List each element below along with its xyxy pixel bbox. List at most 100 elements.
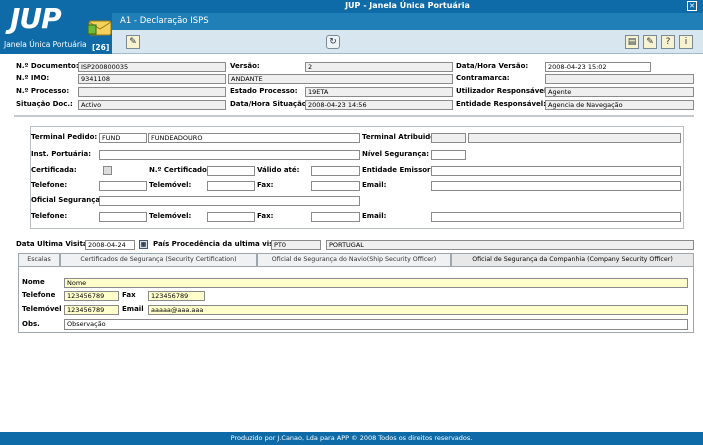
tab-oficial-companhia[interactable]: Oficial de Segurança da Companhia (Compa… <box>451 253 694 267</box>
divider <box>14 115 694 117</box>
telemovel1-label: Telemóvel: <box>149 181 192 189</box>
tab-certificados[interactable]: Certificados de Segurança (Security Cert… <box>60 253 257 267</box>
tab-oficial-navio[interactable]: Oficial de Segurança do Navio(Ship Secur… <box>257 253 451 267</box>
n-documento-label: N.º Documento: <box>16 62 79 70</box>
cso-obs-label: Obs. <box>22 320 40 328</box>
entidade-responsavel-field[interactable]: Agencia de Navegação <box>545 100 694 110</box>
fax1-field[interactable] <box>311 181 360 191</box>
window-titlebar: JUP - Janela Única Portuária ✕ <box>112 0 703 13</box>
entidade-responsavel-label: Entidade Responsável: <box>456 100 546 108</box>
tab-strip: Escalas Certificados de Segurança (Secur… <box>18 253 694 267</box>
cso-obs-field[interactable]: Observação <box>64 319 688 330</box>
n-processo-label: N.º Processo: <box>16 87 70 95</box>
app-title: JUP - Janela Única Portuária <box>345 1 470 10</box>
message-count-badge[interactable]: [26] <box>92 43 109 52</box>
n-imo-field[interactable]: 9341108 <box>78 74 226 84</box>
versao-label: Versão: <box>230 62 260 70</box>
navio-field[interactable]: ANDANTE <box>228 74 453 84</box>
cso-telefone-label: Telefone <box>22 291 56 299</box>
logo-text: JUP <box>10 2 62 35</box>
data-hora-versao-field[interactable]: 2008-04-23 15:02 <box>545 62 651 72</box>
telemovel1-field[interactable] <box>207 181 255 191</box>
refresh-icon[interactable]: ↻ <box>326 35 340 49</box>
close-icon[interactable]: ✕ <box>687 1 697 11</box>
terminal-atribuido-label: Terminal Atribuido: <box>362 133 438 141</box>
n-processo-field[interactable] <box>78 87 226 97</box>
entidade-emissora-field[interactable] <box>431 166 681 176</box>
footer: Produzido por J.Canao, Lda para APP © 20… <box>0 432 703 445</box>
telefone2-label: Telefone: <box>31 212 68 220</box>
cso-nome-field[interactable]: Nome <box>64 278 688 288</box>
email2-label: Email: <box>362 212 387 220</box>
terminal-atribuido-code[interactable] <box>431 133 466 143</box>
pais-procedencia-name[interactable]: PORTUGAL <box>326 240 694 250</box>
toolbar: ✎ ↻ ▤ ✎ ? i <box>112 30 703 54</box>
fax2-label: Fax: <box>257 212 274 220</box>
data-hora-situacao-label: Data/Hora Situação: <box>230 100 310 108</box>
document-title: A1 - Declaração ISPS <box>120 16 209 26</box>
telemovel2-field[interactable] <box>207 212 255 222</box>
data-ultima-visita-field[interactable]: 2008-04-24 <box>85 240 135 250</box>
cso-telemovel-field[interactable]: 123456789 <box>64 305 119 315</box>
terminal-atribuido-name[interactable] <box>468 133 681 143</box>
help-icon[interactable]: ? <box>661 35 675 49</box>
cso-fax-field[interactable]: 123456789 <box>148 291 205 301</box>
oficial-seguranca-field[interactable] <box>99 196 360 206</box>
fax2-field[interactable] <box>311 212 360 222</box>
pais-procedencia-label: País Procedência da ultima visita: <box>153 240 287 248</box>
edit-icon[interactable]: ✎ <box>643 35 657 49</box>
calendar-icon[interactable]: ▦ <box>139 240 148 249</box>
fax1-label: Fax: <box>257 181 274 189</box>
inst-portuaria-field[interactable] <box>99 150 360 160</box>
cso-nome-label: Nome <box>22 278 45 286</box>
inst-portuaria-label: Inst. Portuária: <box>31 150 92 158</box>
oficial-seguranca-label: Oficial Segurança: <box>31 196 103 204</box>
valido-ate-label: Válido até: <box>257 166 300 174</box>
nivel-seguranca-label: Nível Segurança: <box>362 150 430 158</box>
pais-procedencia-code[interactable]: PT0 <box>271 240 321 250</box>
contramarca-field[interactable] <box>545 74 694 84</box>
contramarca-label: Contramarca: <box>456 74 510 82</box>
cso-email-label: Email <box>122 305 144 313</box>
certificada-checkbox[interactable] <box>103 166 112 175</box>
telemovel2-label: Telemóvel: <box>149 212 192 220</box>
terminal-pedido-label: Terminal Pedido: <box>31 133 98 141</box>
terminal-pedido-name[interactable]: FUNDEADOURO <box>148 133 360 143</box>
cso-email-field[interactable]: aaaaa@aaa.aaa <box>148 305 688 315</box>
edit-note-icon[interactable]: ✎ <box>126 35 140 49</box>
utilizador-responsavel-field[interactable]: Agente <box>545 87 694 97</box>
email1-field[interactable] <box>431 181 681 191</box>
n-documento-field[interactable]: ISP200800035 <box>78 62 226 72</box>
info-icon[interactable]: i <box>679 35 693 49</box>
email1-label: Email: <box>362 181 387 189</box>
situacao-doc-field[interactable]: Activo <box>78 100 226 110</box>
terminal-pedido-code[interactable]: FUND <box>99 133 147 143</box>
data-hora-versao-label: Data/Hora Versão: <box>456 62 529 70</box>
tab-escalas[interactable]: Escalas <box>18 253 60 267</box>
versao-field[interactable]: 2 <box>305 62 453 72</box>
jup-logo: JUP Janela Única Portuária [26] <box>0 0 112 54</box>
entidade-emissora-label: Entidade Emissora: <box>362 166 439 174</box>
n-imo-label: N.º IMO: <box>16 74 50 82</box>
telefone1-field[interactable] <box>99 181 147 191</box>
nivel-seguranca-field[interactable] <box>431 150 466 160</box>
document-title-bar: A1 - Declaração ISPS <box>112 13 703 30</box>
data-hora-situacao-field[interactable]: 2008-04-23 14:56 <box>305 100 453 110</box>
data-ultima-visita-label: Data Ultima Visita: <box>16 240 91 248</box>
utilizador-responsavel-label: Utilizador Responsável: <box>456 87 550 95</box>
n-certificado-field[interactable] <box>207 166 255 176</box>
print-icon[interactable]: ▤ <box>625 35 639 49</box>
envelope-icon[interactable] <box>88 20 112 36</box>
valido-ate-field[interactable] <box>311 166 360 176</box>
telefone1-label: Telefone: <box>31 181 68 189</box>
certificada-label: Certificada: <box>31 166 77 174</box>
situacao-doc-label: Situação Doc.: <box>16 100 73 108</box>
estado-processo-label: Estado Processo: <box>230 87 298 95</box>
email2-field[interactable] <box>431 212 681 222</box>
estado-processo-field[interactable]: 19ETA <box>305 87 453 97</box>
cso-telefone-field[interactable]: 123456789 <box>64 291 119 301</box>
logo-subtitle: Janela Única Portuária <box>4 40 87 49</box>
telefone2-field[interactable] <box>99 212 147 222</box>
cso-telemovel-label: Telemóvel <box>22 305 62 313</box>
cso-fax-label: Fax <box>122 291 136 299</box>
